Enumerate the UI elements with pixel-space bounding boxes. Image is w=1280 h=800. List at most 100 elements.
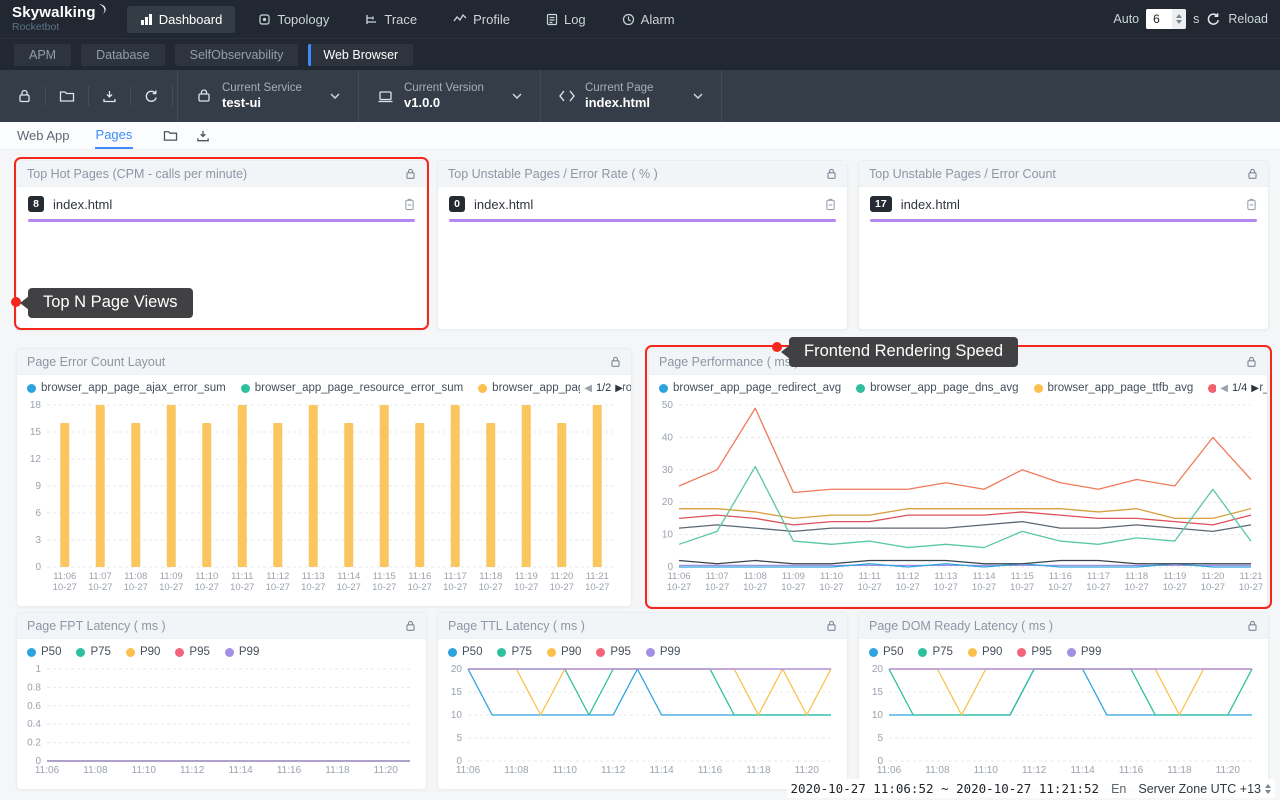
svg-text:11:1410-27: 11:1410-27: [972, 571, 996, 593]
legend-item[interactable]: P50: [869, 646, 903, 658]
lock-icon[interactable]: [826, 168, 837, 180]
lock-icon[interactable]: [1247, 620, 1258, 632]
lock-icon[interactable]: [1246, 356, 1257, 368]
line-chart-canvas[interactable]: 0102030405011:0610-2711:0710-2711:0810-2…: [649, 397, 1267, 602]
svg-text:11:0910-27: 11:0910-27: [781, 571, 805, 593]
profile-icon: [453, 13, 467, 25]
lock-button[interactable]: [4, 88, 45, 104]
legend-item[interactable]: P75: [76, 646, 110, 658]
legend-item[interactable]: P99: [1067, 646, 1101, 658]
legend-item[interactable]: P99: [225, 646, 259, 658]
legend-item[interactable]: P90: [968, 646, 1002, 658]
copy-icon[interactable]: [404, 198, 415, 211]
legend-dot-icon: [646, 648, 655, 657]
download-icon[interactable]: [196, 129, 210, 143]
legend-dot-icon: [478, 384, 487, 393]
reload-icon[interactable]: [1206, 12, 1221, 27]
current-version-selector[interactable]: Current Version v1.0.0: [358, 70, 540, 122]
legend-dot-icon: [659, 384, 668, 393]
line-chart-canvas[interactable]: 00.20.40.60.8111:0611:0811:1011:1211:141…: [17, 661, 426, 782]
svg-text:18: 18: [30, 400, 42, 411]
top-page-row[interactable]: 8 index.html: [28, 196, 415, 212]
app-logo[interactable]: Skywalking Rocketbot: [12, 5, 109, 33]
lock-icon[interactable]: [1247, 168, 1258, 180]
lock-icon[interactable]: [405, 168, 416, 180]
nav-item-trace[interactable]: Trace: [352, 6, 430, 33]
copy-icon[interactable]: [1246, 198, 1257, 211]
svg-text:11:08: 11:08: [925, 765, 950, 776]
legend-item[interactable]: P90: [126, 646, 160, 658]
legend-item[interactable]: P75: [918, 646, 952, 658]
legend-item[interactable]: P50: [448, 646, 482, 658]
bar-chart-canvas[interactable]: 036912151811:0610-2711:0710-2711:0810-27…: [17, 397, 631, 602]
tab-pages[interactable]: Pages: [95, 122, 134, 149]
legend-prev-icon[interactable]: ◀: [584, 383, 592, 394]
card-title: Top Unstable Pages / Error Rate ( % ): [448, 167, 658, 181]
top-page-row[interactable]: 0 index.html: [449, 196, 836, 212]
reload-label[interactable]: Reload: [1228, 12, 1268, 26]
legend-item[interactable]: P95: [1017, 646, 1051, 658]
legend-item[interactable]: browser_app_page_ajax_error_sum: [27, 382, 226, 394]
export-template-button[interactable]: [89, 89, 130, 104]
svg-text:11:1110-27: 11:1110-27: [230, 571, 254, 593]
nav-item-alarm[interactable]: Alarm: [609, 6, 688, 33]
lock-icon[interactable]: [405, 620, 416, 632]
top-page-row[interactable]: 17 index.html: [870, 196, 1257, 212]
legend-item[interactable]: P75: [497, 646, 531, 658]
current-page-selector[interactable]: Current Page index.html: [540, 70, 722, 122]
svg-text:3: 3: [35, 535, 41, 546]
legend-item[interactable]: browser_app_page_resource_error_sum: [241, 382, 463, 394]
language-switch[interactable]: En: [1111, 782, 1126, 796]
auto-interval-stepper[interactable]: [1172, 9, 1186, 29]
time-range-picker[interactable]: 2020-10-27 11:06:52 ~ 2020-10-27 11:21:5…: [791, 781, 1100, 796]
svg-text:11:1010-27: 11:1010-27: [819, 571, 843, 593]
svg-text:11:12: 11:12: [180, 765, 205, 776]
legend-item[interactable]: browser_app_page_ttfb_avg: [1034, 382, 1194, 394]
legend-dot-icon: [241, 384, 250, 393]
line-chart-canvas[interactable]: 0510152011:0611:0811:1011:1211:1411:1611…: [438, 661, 847, 782]
legend-pager: ◀1/4▶: [1216, 382, 1259, 394]
nav-item-profile[interactable]: Profile: [440, 6, 523, 33]
legend-prev-icon[interactable]: ◀: [1220, 383, 1228, 394]
lock-icon[interactable]: [826, 620, 837, 632]
legend-item[interactable]: browser_app_page_dns_avg: [856, 382, 1018, 394]
legend-item[interactable]: P95: [596, 646, 630, 658]
group-tab-apm[interactable]: APM: [14, 44, 71, 66]
tab-web-app[interactable]: Web App: [16, 123, 71, 148]
nav-item-log[interactable]: Log: [533, 6, 599, 33]
group-tab-selfobservability[interactable]: SelfObservability: [175, 44, 299, 66]
svg-text:11:1310-27: 11:1310-27: [301, 571, 325, 593]
card-header: Page FPT Latency ( ms ): [17, 613, 426, 639]
card-header: Top Hot Pages (CPM - calls per minute): [17, 161, 426, 187]
legend-item[interactable]: P99: [646, 646, 680, 658]
line-chart-canvas[interactable]: 0510152011:0611:0811:1011:1211:1411:1611…: [859, 661, 1268, 782]
zone-stepper[interactable]: [1265, 784, 1271, 794]
legend-dot-icon: [27, 648, 36, 657]
svg-text:11:20: 11:20: [374, 765, 399, 776]
svg-text:11:1410-27: 11:1410-27: [337, 571, 361, 593]
import-template-button[interactable]: [46, 89, 88, 103]
nav-item-topology[interactable]: Topology: [245, 6, 342, 33]
legend-item[interactable]: P95: [175, 646, 209, 658]
current-service-selector[interactable]: Current Service test-ui: [177, 70, 358, 122]
lock-icon[interactable]: [610, 356, 621, 368]
value-badge: 0: [449, 196, 465, 212]
copy-icon[interactable]: [825, 198, 836, 211]
legend-next-icon[interactable]: ▶: [615, 383, 623, 394]
legend-item[interactable]: P50: [27, 646, 61, 658]
log-icon: [546, 13, 558, 26]
legend-next-icon[interactable]: ▶: [1251, 383, 1259, 394]
legend-dot-icon: [76, 648, 85, 657]
group-tab-web-browser[interactable]: Web Browser: [308, 44, 413, 66]
svg-text:11:18: 11:18: [325, 765, 350, 776]
legend-item[interactable]: P90: [547, 646, 581, 658]
nav-item-dashboard[interactable]: Dashboard: [127, 6, 236, 33]
legend-item[interactable]: browser_app_page_redirect_avg: [659, 382, 841, 394]
svg-text:15: 15: [451, 687, 463, 698]
folder-icon[interactable]: [163, 129, 178, 142]
svg-text:11:10: 11:10: [974, 765, 999, 776]
refresh-templates-button[interactable]: [131, 89, 172, 104]
svg-text:11:14: 11:14: [649, 765, 674, 776]
auto-interval-input[interactable]: [1146, 9, 1172, 29]
group-tab-database[interactable]: Database: [81, 44, 165, 66]
